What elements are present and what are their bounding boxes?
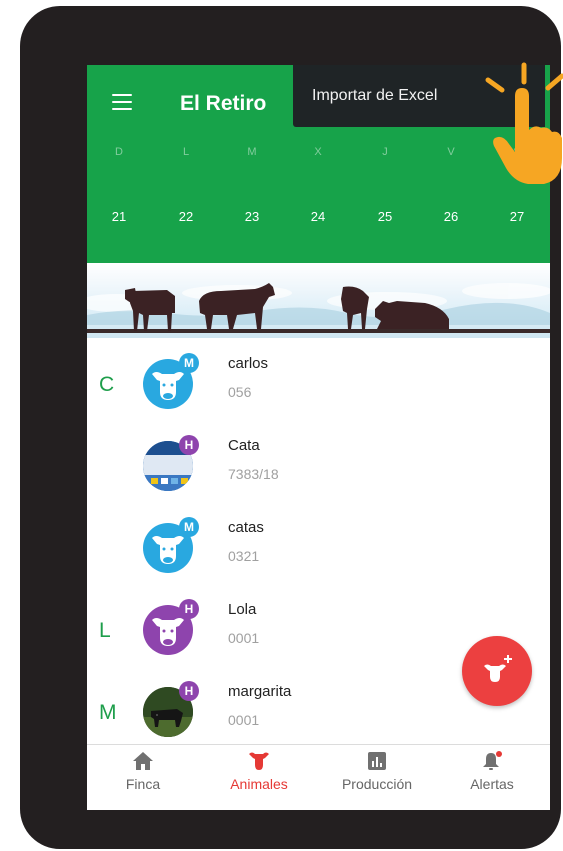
animal-code: 056 <box>228 384 252 400</box>
weekday-label: D <box>115 146 123 158</box>
tap-hand-icon <box>485 62 563 184</box>
animal-name: Cata <box>228 437 260 454</box>
avatar: H <box>143 599 199 655</box>
weekday-label: L <box>182 146 190 158</box>
animal-code: 7383/18 <box>228 466 279 482</box>
weekday-label: X <box>314 146 322 158</box>
sex-badge: H <box>179 435 199 455</box>
avatar: H <box>143 435 199 491</box>
app-title: El Retiro <box>180 92 267 115</box>
home-icon <box>133 752 153 770</box>
section-letter: L <box>99 619 111 642</box>
sex-badge: H <box>179 681 199 701</box>
cow-icon <box>249 752 269 770</box>
weekday-label: J <box>382 146 388 158</box>
nav-label: Finca <box>125 776 161 792</box>
list-item[interactable]: H Cata 7383/18 <box>87 423 550 505</box>
calendar-day[interactable]: 22 <box>171 209 201 224</box>
sex-badge: M <box>179 517 199 537</box>
sex-badge: M <box>179 353 199 373</box>
nav-item-finca[interactable]: Finca <box>93 751 193 792</box>
calendar-day[interactable]: 27 <box>502 209 532 224</box>
import-excel-menu-item[interactable]: Importar de Excel <box>312 87 437 105</box>
cattle-banner <box>87 263 550 338</box>
section-letter: C <box>99 373 115 396</box>
bell-icon <box>483 751 502 770</box>
avatar: H <box>143 681 199 737</box>
bottom-navigation: Finca Animales Producción Alertas <box>87 744 550 810</box>
calendar-day[interactable]: 24 <box>303 209 333 224</box>
add-cow-icon <box>484 655 512 682</box>
nav-label: Alertas <box>470 776 514 792</box>
calendar-day[interactable]: 21 <box>104 209 134 224</box>
calendar-day[interactable]: 26 <box>436 209 466 224</box>
animal-name: Lola <box>228 601 257 618</box>
animal-code: 0001 <box>228 712 260 728</box>
animal-name: carlos <box>228 355 269 372</box>
weekday-label: M <box>247 146 257 158</box>
list-item[interactable]: M catas 0321 <box>87 505 550 587</box>
phone-screen: El Retiro D L M X J V S 21 22 23 24 25 2… <box>87 65 550 810</box>
avatar: M <box>143 517 199 573</box>
list-item[interactable]: C M carlos 056 <box>87 341 550 423</box>
bar-chart-icon <box>368 752 386 770</box>
avatar: M <box>143 353 199 409</box>
sex-badge: H <box>179 599 199 619</box>
animal-code: 0001 <box>228 630 260 646</box>
calendar-day[interactable]: 25 <box>370 209 400 224</box>
cattle-silhouettes-image <box>87 283 550 333</box>
nav-item-animales[interactable]: Animales <box>209 751 309 792</box>
nav-item-alertas[interactable]: Alertas <box>442 751 542 792</box>
animal-code: 0321 <box>228 548 260 564</box>
calendar-day[interactable]: 23 <box>237 209 267 224</box>
nav-item-produccion[interactable]: Producción <box>327 751 427 792</box>
nav-label: Animales <box>230 776 288 792</box>
nav-label: Producción <box>341 776 413 792</box>
weekday-label: V <box>447 146 455 158</box>
add-animal-button[interactable] <box>462 636 532 706</box>
hamburger-menu-icon[interactable] <box>112 94 132 110</box>
section-letter: M <box>99 701 117 724</box>
animal-name: margarita <box>228 683 292 700</box>
animal-name: catas <box>228 519 264 536</box>
device-frame: El Retiro D L M X J V S 21 22 23 24 25 2… <box>20 6 563 849</box>
